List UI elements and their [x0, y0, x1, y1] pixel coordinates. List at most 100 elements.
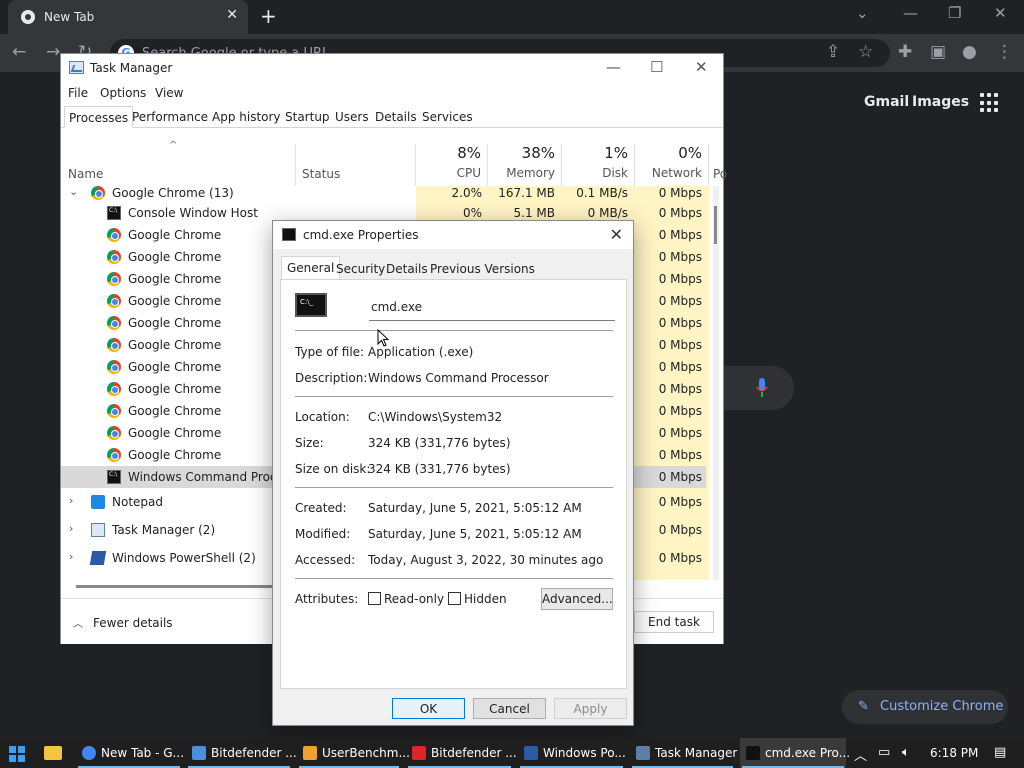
tab-startup[interactable]: Startup [281, 106, 334, 128]
general-panel: cmd.exe Type of file: Application (.exe)… [280, 279, 627, 689]
hidden-box[interactable] [448, 592, 461, 605]
process-network: 0 Mbps [658, 360, 702, 374]
console-icon [107, 470, 121, 484]
restore-icon[interactable]: ❐ [948, 4, 961, 22]
cpu-percent: 8% [457, 144, 481, 162]
minimize-icon[interactable]: — [903, 4, 918, 22]
chrome-icon [107, 272, 121, 286]
task-manager-icon [91, 523, 105, 537]
new-tab-icon[interactable]: + [260, 6, 277, 26]
properties-close-icon[interactable]: ✕ [610, 225, 623, 244]
voice-search-icon[interactable] [756, 378, 768, 398]
customize-chrome-button[interactable]: ✎ Customize Chrome [842, 690, 1008, 724]
taskbar-item[interactable]: Windows Po... [518, 738, 626, 768]
menu-view[interactable]: View [155, 86, 183, 100]
column-name[interactable]: Name [68, 167, 103, 181]
tab-performance[interactable]: Performance [128, 106, 212, 128]
hidden-checkbox[interactable]: Hidden [448, 592, 507, 606]
tab-processes[interactable]: Processes [64, 106, 134, 128]
volume-icon[interactable]: 🔈︎ [902, 745, 910, 760]
menu-options[interactable]: Options [100, 86, 146, 100]
task-manager-tabs: Processes Performance App history Startu… [61, 106, 723, 128]
accessed-label: Accessed: [295, 553, 356, 567]
taskbar-item[interactable]: cmd.exe Pro... [740, 738, 850, 768]
column-disk[interactable]: 1% Disk [562, 144, 635, 186]
ok-button[interactable]: OK [392, 698, 465, 719]
notifications-icon[interactable]: ▤ [994, 745, 1006, 760]
tray-overflow-icon[interactable]: ︿ [854, 745, 867, 764]
taskbar-app-icon [636, 746, 650, 760]
column-network[interactable]: 0% Network [635, 144, 709, 186]
process-network: 0 Mbps [658, 186, 702, 200]
forward-icon[interactable]: → [46, 43, 60, 61]
chrome-menu-icon[interactable]: ⋮ [996, 43, 1013, 61]
tab-details[interactable]: Details [371, 106, 421, 128]
chrome-icon [107, 250, 121, 264]
sort-arrow-icon: ^ [169, 140, 178, 151]
horizontal-scrollbar[interactable] [76, 585, 276, 588]
accessed-value: Today, August 3, 2022, 30 minutes ago [368, 553, 604, 567]
modified-label: Modified: [295, 527, 351, 541]
taskbar-item-label: Bitdefender ... [431, 746, 517, 760]
scrollbar-thumb[interactable] [714, 206, 717, 244]
process-row[interactable]: ⌄ Google Chrome (13) 2.0% 167.1 MB 0.1 MB/s 0… [61, 182, 706, 204]
tab-users[interactable]: Users [331, 106, 373, 128]
network-icon[interactable]: ▭ [878, 745, 890, 760]
menu-file[interactable]: File [68, 86, 88, 100]
tm-minimize-icon[interactable]: — [606, 58, 621, 76]
task-manager-titlebar[interactable]: Task Manager — ☐ ✕ [61, 54, 723, 82]
tab-services[interactable]: Services [418, 106, 477, 128]
tab-app-history[interactable]: App history [208, 106, 285, 128]
extensions-icon[interactable]: ✚ [898, 43, 912, 61]
google-apps-icon[interactable] [980, 93, 1000, 113]
disk-percent: 1% [604, 144, 628, 162]
file-name-field[interactable]: cmd.exe [369, 297, 615, 321]
share-icon[interactable]: ⇪ [826, 43, 840, 61]
close-tab-icon[interactable]: ✕ [226, 7, 238, 23]
taskbar-item[interactable]: Bitdefender ... [406, 738, 517, 768]
windows-start-icon[interactable] [9, 746, 25, 762]
expand-chevron-icon[interactable]: › [69, 522, 73, 535]
size-on-disk-label: Size on disk: [295, 462, 371, 476]
tm-close-icon[interactable]: ✕ [695, 58, 708, 76]
close-window-icon[interactable]: ✕ [994, 4, 1007, 22]
expand-chevron-icon[interactable]: › [69, 550, 73, 563]
vertical-scrollbar[interactable] [713, 186, 719, 580]
profile-icon[interactable]: ● [962, 43, 977, 61]
end-task-button[interactable]: End task [634, 611, 714, 633]
tab-previous-versions[interactable]: Previous Versions [425, 259, 540, 281]
readonly-checkbox[interactable]: Read-only [368, 592, 444, 606]
gmail-link[interactable]: Gmail [864, 94, 909, 110]
tm-maximize-icon[interactable]: ☐ [650, 58, 663, 76]
column-cpu[interactable]: 8% CPU [416, 144, 488, 186]
process-name: Console Window Host [128, 206, 258, 220]
file-explorer-icon[interactable] [44, 746, 62, 760]
back-icon[interactable]: ← [12, 43, 26, 61]
advanced-button[interactable]: Advanced... [541, 588, 613, 610]
fewer-details-button[interactable]: ︿ Fewer details [73, 615, 173, 630]
tab-search-icon[interactable]: ⌄ [856, 4, 869, 22]
cancel-button[interactable]: Cancel [473, 698, 546, 719]
clock[interactable]: 6:18 PM [930, 746, 978, 760]
taskbar-item[interactable]: Bitdefender ... [186, 738, 297, 768]
expand-chevron-icon[interactable]: › [69, 494, 73, 507]
taskbar-item[interactable]: Task Manager [630, 738, 737, 768]
chrome-icon [107, 448, 121, 462]
column-power[interactable]: Po [713, 167, 727, 181]
side-panel-icon[interactable]: ▣ [930, 43, 946, 61]
chevron-up-icon: ︿ [73, 619, 83, 630]
apply-button[interactable]: Apply [554, 698, 627, 719]
properties-titlebar[interactable]: cmd.exe Properties ✕ [273, 221, 633, 249]
taskbar-item[interactable]: New Tab - G... [76, 738, 184, 768]
column-status[interactable]: Status [302, 167, 340, 181]
chrome-tab-new-tab[interactable]: New Tab ✕ [8, 0, 248, 34]
images-link[interactable]: Images [912, 94, 969, 110]
process-network: 0 Mbps [658, 426, 702, 440]
taskbar-item[interactable]: UserBenchm... [297, 738, 410, 768]
column-memory[interactable]: 38% Memory [488, 144, 562, 186]
size-value: 324 KB (331,776 bytes) [368, 436, 511, 450]
readonly-box[interactable] [368, 592, 381, 605]
google-search-box[interactable] [720, 366, 794, 410]
collapse-chevron-icon[interactable]: ⌄ [69, 185, 78, 198]
bookmark-star-icon[interactable]: ☆ [858, 43, 873, 61]
